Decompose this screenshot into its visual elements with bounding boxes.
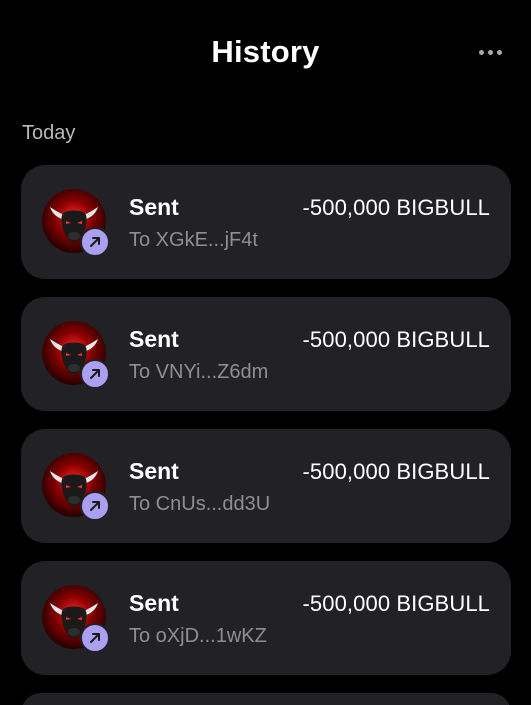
transaction-card-partial[interactable] xyxy=(21,693,511,705)
transaction-card[interactable]: Sent To CnUs...dd3U -500,000 BIGBULL xyxy=(21,429,511,543)
transaction-recipient: To VNYi...Z6dm xyxy=(129,361,269,383)
sent-status-badge xyxy=(80,359,110,389)
section-label-today: Today xyxy=(22,122,76,144)
more-dot xyxy=(487,49,493,55)
bull-token-icon xyxy=(42,453,110,521)
transaction-list: Sent To XGkE...jF4t -500,000 BIGBULL Sen… xyxy=(21,165,511,705)
bull-token-icon xyxy=(42,321,110,389)
arrow-up-right-icon xyxy=(90,237,100,247)
sent-status-badge xyxy=(80,227,110,257)
transaction-card[interactable]: Sent To XGkE...jF4t -500,000 BIGBULL xyxy=(21,165,511,279)
transaction-type: Sent xyxy=(129,458,179,484)
page-title: History xyxy=(211,34,320,69)
more-options-icon[interactable] xyxy=(474,42,506,62)
transaction-recipient: To CnUs...dd3U xyxy=(129,493,271,515)
transaction-recipient: To XGkE...jF4t xyxy=(129,229,258,251)
transaction-recipient: To oXjD...1wKZ xyxy=(129,625,267,647)
arrow-up-right-icon xyxy=(90,501,100,511)
bull-token-icon xyxy=(42,585,110,653)
transaction-type: Sent xyxy=(129,194,179,220)
transaction-card[interactable]: Sent To VNYi...Z6dm -500,000 BIGBULL xyxy=(21,297,511,411)
arrow-up-right-icon xyxy=(90,633,100,643)
more-dot xyxy=(496,49,502,55)
transaction-amount: -500,000 BIGBULL xyxy=(302,195,490,220)
arrow-up-right-icon xyxy=(90,369,100,379)
transaction-type: Sent xyxy=(129,326,179,352)
history-screen: History Today Sent To XGkE...jF4t -500,0… xyxy=(0,0,531,705)
sent-status-badge xyxy=(80,623,110,653)
transaction-card[interactable]: Sent To oXjD...1wKZ -500,000 BIGBULL xyxy=(21,561,511,675)
transaction-amount: -500,000 BIGBULL xyxy=(302,327,490,352)
header: History xyxy=(0,0,531,105)
more-dot xyxy=(478,49,484,55)
bull-token-icon xyxy=(42,189,110,257)
sent-status-badge xyxy=(80,491,110,521)
transaction-amount: -500,000 BIGBULL xyxy=(302,459,490,484)
transaction-amount: -500,000 BIGBULL xyxy=(302,591,490,616)
transaction-type: Sent xyxy=(129,590,179,616)
